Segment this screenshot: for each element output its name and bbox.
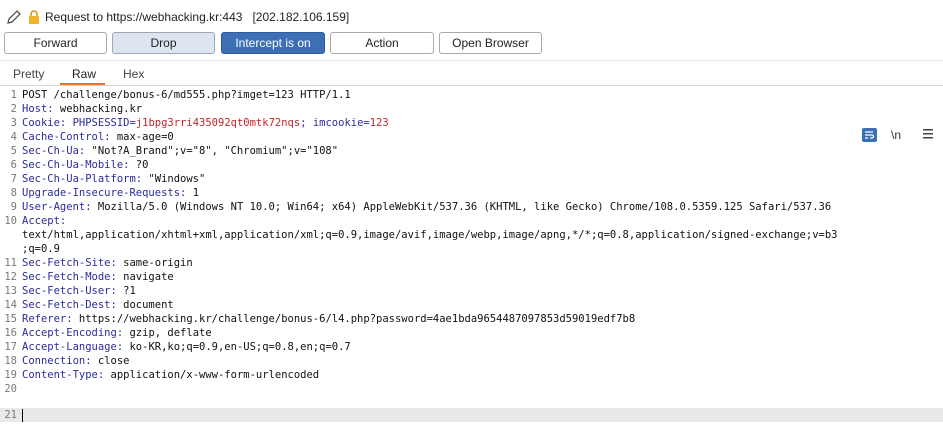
- action-button[interactable]: Action: [330, 32, 434, 54]
- open-browser-button[interactable]: Open Browser: [439, 32, 542, 54]
- header-line: 6 Sec-Ch-Ua-Mobile: ?0: [10, 159, 149, 171]
- header-continuation-line: ;q=0.9: [22, 243, 60, 255]
- tab-pretty[interactable]: Pretty: [13, 67, 44, 81]
- request-title: Request to https://webhacking.kr:443 [20…: [45, 10, 350, 24]
- header-line: 12 Sec-Fetch-Mode: navigate: [4, 271, 174, 283]
- header-line: 15 Referer: https://webhacking.kr/challen…: [4, 313, 636, 325]
- header-line: 2 Host: webhacking.kr: [10, 103, 143, 115]
- header-line: 14 Sec-Fetch-Dest: document: [4, 299, 174, 311]
- header-line: 5 Sec-Ch-Ua: "Not?A_Brand";v="8", "Chromi…: [10, 145, 339, 157]
- header-line: 8 Upgrade-Insecure-Requests: 1: [10, 187, 200, 199]
- header-line: 17 Accept-Language: ko-KR,ko;q=0.9,en-US;…: [4, 341, 351, 353]
- header-line: 10 Accept:: [4, 215, 67, 227]
- request-line: 1 POST /challenge/bonus-6/md555.php?imget…: [10, 89, 351, 101]
- header-line: 7 Sec-Ch-Ua-Platform: "Windows": [10, 173, 206, 185]
- cookie-line: 3 Cookie: PHPSESSID=j1bpg3rri435092qt0mtk…: [10, 117, 389, 129]
- intercept-toggle-button[interactable]: Intercept is on: [221, 32, 325, 54]
- intercept-toolbar: Forward Drop Intercept is on Action Open…: [0, 32, 943, 56]
- drop-button[interactable]: Drop: [112, 32, 215, 54]
- tabs-divider: [0, 85, 943, 86]
- blank-line: 20: [4, 383, 17, 395]
- header-line: 9 User-Agent: Mozilla/5.0 (Windows NT 10.…: [10, 201, 832, 213]
- lock-icon: [29, 10, 39, 24]
- request-editor[interactable]: 1 POST /challenge/bonus-6/md555.php?imget…: [0, 88, 943, 431]
- header-continuation-line: text/html,application/xhtml+xml,applicat…: [22, 229, 838, 241]
- header-line: 18 Connection: close: [4, 355, 130, 367]
- text-cursor: [22, 408, 23, 422]
- tab-hex[interactable]: Hex: [123, 67, 144, 81]
- header-line: 4 Cache-Control: max-age=0: [10, 131, 174, 143]
- header-line: 16 Accept-Encoding: gzip, deflate: [4, 327, 212, 339]
- tab-raw[interactable]: Raw: [72, 67, 96, 81]
- body-line[interactable]: 21: [0, 408, 943, 422]
- pencil-icon[interactable]: [6, 9, 22, 25]
- forward-button[interactable]: Forward: [4, 32, 107, 54]
- header-line: 19 Content-Type: application/x-www-form-u…: [4, 369, 320, 381]
- request-header: Request to https://webhacking.kr:443 [20…: [0, 0, 943, 34]
- message-view-tabs: Pretty Raw Hex \n: [0, 62, 943, 142]
- toolbar-divider: [0, 60, 943, 61]
- header-line: 11 Sec-Fetch-Site: same-origin: [4, 257, 193, 269]
- header-line: 13 Sec-Fetch-User: ?1: [4, 285, 136, 297]
